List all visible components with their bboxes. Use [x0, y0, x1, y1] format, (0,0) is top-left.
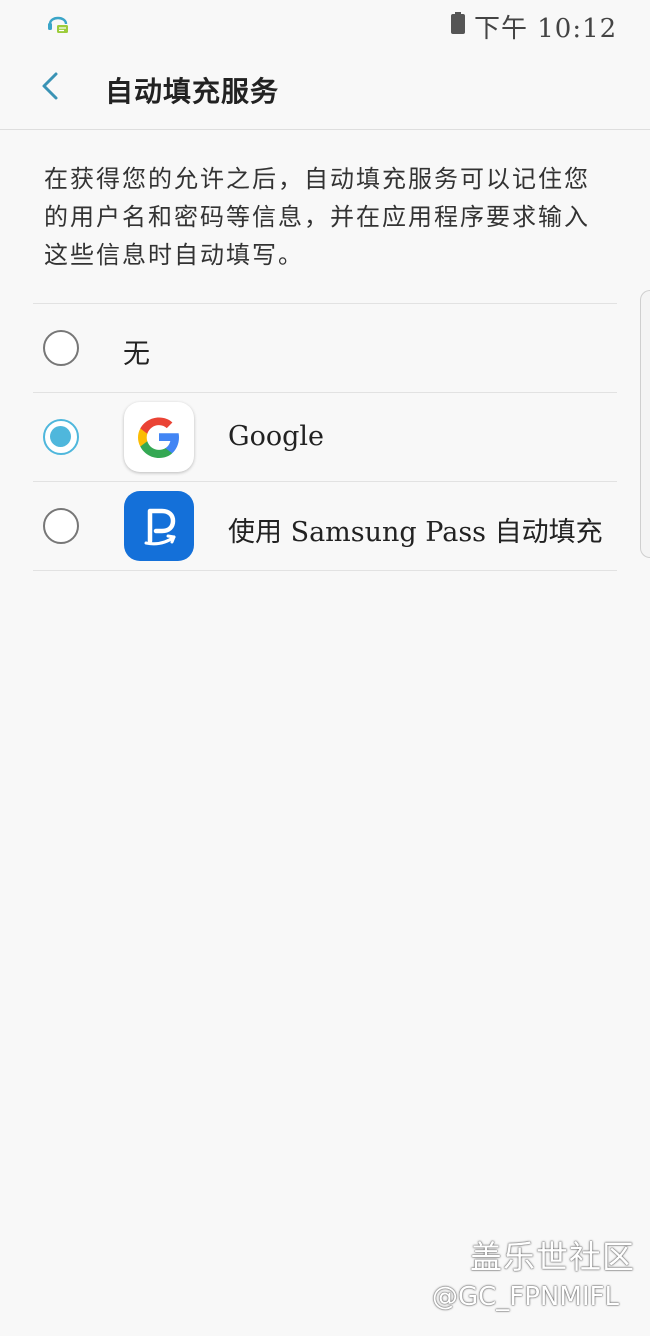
notification-headset-icon — [44, 10, 72, 38]
description-text: 在获得您的允许之后，自动填充服务可以记住您的用户名和密码等信息，并在应用程序要求… — [44, 165, 590, 269]
radio-samsung-pass[interactable] — [43, 508, 79, 544]
option-google-label: Google — [228, 421, 324, 452]
watermark-user: @GC_FPNMIFL — [432, 1282, 619, 1312]
watermark-site: 盖乐世社区 — [470, 1238, 636, 1276]
app-bar: 自动填充服务 — [0, 48, 650, 130]
page-title: 自动填充服务 — [105, 75, 280, 108]
option-none-label: 无 — [123, 339, 150, 370]
status-time: 下午 10:12 — [474, 14, 618, 44]
google-logo-icon — [124, 402, 194, 472]
option-samsung-pass-label: 使用 Samsung Pass 自动填充 — [228, 517, 603, 548]
back-chevron-icon — [39, 71, 61, 105]
option-none[interactable]: 无 — [33, 304, 617, 392]
divider — [33, 570, 617, 571]
option-samsung-pass[interactable]: 使用 Samsung Pass 自动填充 — [33, 482, 617, 570]
radio-google[interactable] — [43, 419, 79, 455]
battery-icon — [451, 12, 465, 34]
samsung-pass-icon — [124, 491, 194, 561]
radio-none[interactable] — [43, 330, 79, 366]
status-bar: 下午 10:12 — [0, 0, 650, 48]
edge-panel-handle[interactable] — [640, 290, 650, 558]
back-button[interactable] — [30, 68, 70, 108]
option-google[interactable]: Google — [33, 393, 617, 481]
